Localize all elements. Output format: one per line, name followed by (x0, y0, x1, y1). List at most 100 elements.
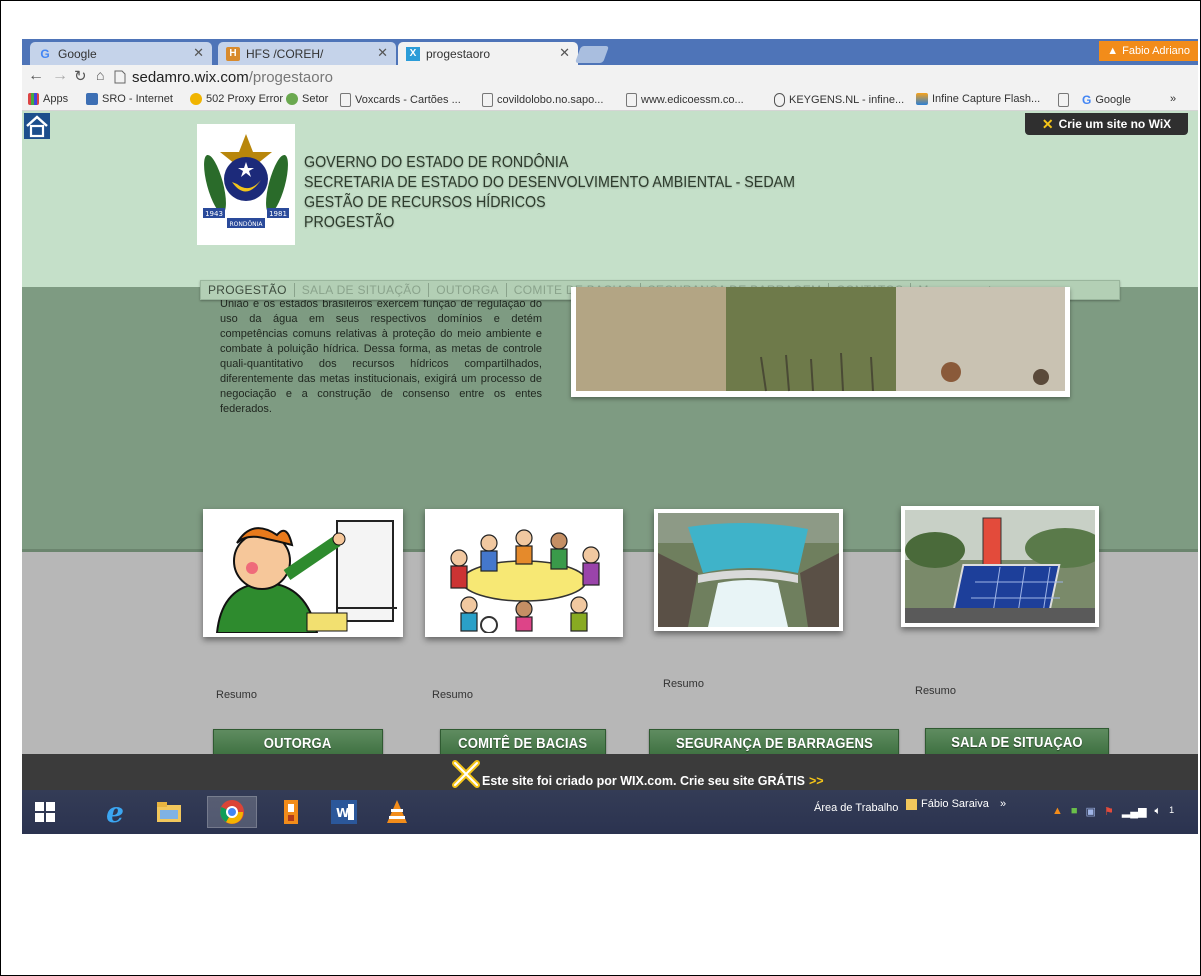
back-arrow-icon[interactable]: ← (28, 67, 44, 85)
proxy-icon (190, 93, 202, 105)
new-tab-button[interactable] (574, 46, 610, 63)
card-sala-situacao-image[interactable] (901, 506, 1099, 627)
bookmark-edicoessm[interactable]: www.edicoessm.co... (626, 93, 744, 107)
wix-ad-banner[interactable]: Este site foi criado por WIX.com. Crie s… (22, 754, 1198, 790)
tab-title: HFS /COREH/ (246, 46, 324, 61)
forward-arrow-icon[interactable]: → (52, 67, 68, 85)
monitoring-station-photo-image (905, 510, 1095, 623)
vlc-tray-icon[interactable]: ▲ (1052, 805, 1063, 818)
page-icon (626, 93, 637, 107)
bookmark-apps[interactable]: Apps (28, 93, 68, 105)
outorga-cartoon-image (207, 513, 399, 633)
button-label: SEGURANÇA DE BARRAGENS (675, 736, 873, 752)
header-photo-strip (571, 287, 1070, 397)
bookmark-label: Setor (302, 93, 329, 105)
monitor-tray-icon[interactable]: ▣ (1086, 805, 1096, 818)
browser-toolbar: ← → ↻ ⌂ sedamro.wix.com/progestaoro (22, 65, 1198, 89)
intro-paragraph: União e os estados brasileiros exercem f… (220, 298, 542, 415)
file-explorer-icon[interactable] (152, 796, 186, 828)
google-icon: G (1082, 93, 1092, 107)
card-barragem-image[interactable] (654, 509, 843, 631)
close-icon[interactable]: ✕ (377, 45, 388, 61)
menu-item-progestao[interactable]: PROGESTÃO (201, 283, 295, 297)
bookmark-voxcards[interactable]: Voxcards - Cartões ... (340, 93, 461, 107)
bookmark-google[interactable]: G Google (1082, 93, 1131, 107)
chrome-icon[interactable] (207, 796, 257, 828)
toolbar-overflow-chevron[interactable]: » (1000, 798, 1006, 810)
page-icon (1058, 93, 1069, 107)
home-icon[interactable] (24, 113, 50, 139)
archive-app-icon[interactable] (274, 796, 308, 828)
bookmark-label: Google (1095, 94, 1131, 106)
logo-banner: RONDÔNIA (229, 221, 263, 228)
bookmark-label: SRO - Internet (102, 93, 173, 105)
internet-explorer-icon[interactable]: e (98, 796, 132, 829)
apps-grid-icon (28, 93, 39, 105)
user-toolbar[interactable]: Fábio Saraiva » (906, 798, 1006, 810)
windows-taskbar: e W Área de Trabalho Fábio Saraiva » ▲ ■… (22, 790, 1198, 834)
hfs-icon: H (226, 46, 240, 61)
bookmark-covildolobo[interactable]: covildolobo.no.sapo... (482, 93, 603, 107)
close-icon[interactable]: ✕ (193, 45, 204, 61)
card-caption: Resumo (432, 689, 473, 701)
button-label: COMITÊ DE BACIAS (458, 736, 588, 752)
profile-button[interactable]: ▲ Fabio Adriano (1099, 41, 1198, 61)
windows-start-icon[interactable] (28, 796, 62, 828)
browser-tab-strip: G Google ✕ H HFS /COREH/ ✕ X progestaoro… (22, 39, 1198, 65)
desktop-toolbar-label[interactable]: Área de Trabalho (814, 802, 898, 814)
vlc-icon[interactable] (380, 796, 414, 828)
card-caption: Resumo (216, 689, 257, 701)
network-error-tray-icon[interactable]: ⚑ (1104, 805, 1114, 818)
close-icon[interactable]: ✕ (559, 45, 570, 61)
rondonia-coat-of-arms-logo: 1943 1981 RONDÔNIA (197, 124, 295, 245)
bookmark-sro[interactable]: SRO - Internet (86, 93, 173, 105)
wix-banner-message: Este site foi criado por WIX.com. Crie s… (482, 774, 805, 788)
tab-title: progestaoro (426, 46, 491, 61)
tab-hfs[interactable]: H HFS /COREH/ ✕ (218, 42, 396, 65)
wix-create-site-button[interactable]: ✕ Crie um site no WiX (1025, 113, 1188, 135)
security-tray-icon[interactable]: ■ (1071, 805, 1078, 818)
menu-item-sala-de-situacao[interactable]: SALA DE SITUAÇÃO (295, 283, 430, 297)
bookmark-proxy-error[interactable]: 502 Proxy Error (190, 93, 283, 105)
page-icon (340, 93, 351, 107)
bookmarks-bar: Apps SRO - Internet 502 Proxy Error Seto… (22, 89, 1198, 111)
card-caption: Resumo (663, 678, 704, 690)
card-comite-image[interactable] (425, 509, 623, 637)
reload-icon[interactable]: ↻ (74, 67, 87, 85)
button-label: OUTORGA (264, 736, 332, 752)
tab-progestaoro[interactable]: X progestaoro ✕ (398, 42, 578, 65)
clock[interactable]: 1 (1169, 805, 1174, 818)
card-caption: Resumo (915, 685, 956, 697)
bookmark-label: Voxcards - Cartões ... (355, 94, 461, 106)
webpage: ✕ Crie um site no WiX 1943 1981 RONDÔNIA (22, 111, 1198, 759)
title-line-gestao: GESTÃO DE RECURSOS HÍDRICOS (304, 194, 546, 211)
tab-google[interactable]: G Google ✕ (30, 42, 212, 65)
tab-title: Google (58, 46, 97, 61)
bookmark-setor[interactable]: Setor (286, 93, 328, 105)
bookmark-keygens[interactable]: KEYGENS.NL - infine... (774, 93, 904, 107)
signal-tray-icon[interactable]: ▂▄▆ (1122, 805, 1147, 818)
infine-icon (916, 93, 928, 105)
profile-name: Fabio Adriano (1122, 45, 1190, 57)
volume-tray-icon[interactable]: 🔈︎ (1155, 805, 1162, 818)
home-icon[interactable]: ⌂ (96, 67, 104, 83)
word-icon[interactable]: W (327, 796, 361, 828)
logo-year-left: 1943 (205, 210, 223, 218)
bookmarks-overflow-button[interactable]: » (1170, 93, 1176, 105)
screenshot: G Google ✕ H HFS /COREH/ ✕ X progestaoro… (22, 39, 1198, 834)
card-outorga-image[interactable] (203, 509, 403, 637)
site-title: GOVERNO DO ESTADO DE RONDÔNIA SECRETARIA… (304, 153, 795, 233)
menu-item-outorga[interactable]: OUTORGA (429, 283, 507, 297)
bookmark-infine[interactable]: Infine Capture Flash... (916, 93, 1040, 105)
bookmark-label: covildolobo.no.sapo... (497, 94, 604, 106)
address-bar[interactable]: sedamro.wix.com/progestaoro (114, 67, 1194, 87)
logo-year-right: 1981 (269, 210, 287, 218)
bookmark-page[interactable] (1058, 93, 1073, 107)
setor-icon (286, 93, 298, 105)
page-icon (114, 70, 126, 84)
bookmark-label: Infine Capture Flash... (932, 93, 1041, 105)
svg-text:W: W (336, 806, 349, 820)
url-host: sedamro.wix.com (132, 68, 249, 86)
user-folder-icon (906, 798, 917, 810)
sro-icon (86, 93, 98, 105)
